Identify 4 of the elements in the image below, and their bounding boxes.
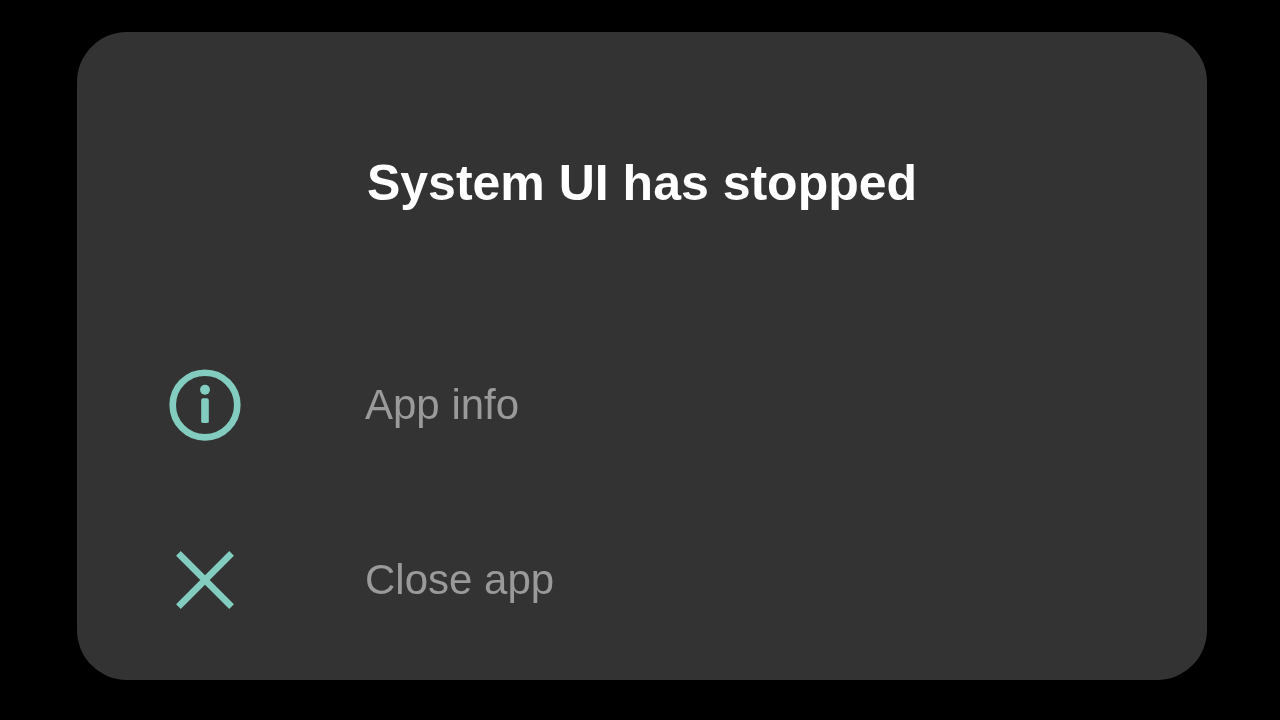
dialog-title: System UI has stopped [365,154,919,212]
menu-option[interactable]: App info [77,367,520,443]
menu-option[interactable]: Close app [77,542,555,618]
info-icon [167,367,243,443]
